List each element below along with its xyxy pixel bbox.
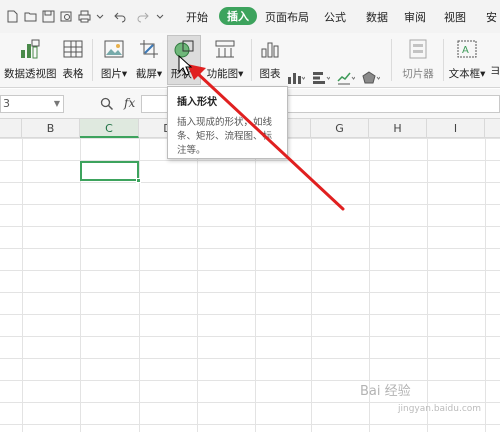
open-folder-icon[interactable] xyxy=(24,10,37,23)
shape-button[interactable]: 形状▾ xyxy=(167,35,201,85)
row-line xyxy=(0,292,500,293)
row-line xyxy=(0,204,500,205)
watermark-url: jingyan.baidu.com xyxy=(398,404,482,414)
ribbon-separator xyxy=(251,39,252,81)
table-icon xyxy=(60,38,86,63)
screenshot-button[interactable]: 截屏▾ xyxy=(133,38,165,81)
tab-review[interactable]: 审阅 xyxy=(404,9,426,25)
row-line xyxy=(0,336,500,337)
column-header-selected[interactable]: C xyxy=(80,119,139,138)
textbox-button[interactable]: A 文本框▾ xyxy=(448,38,486,81)
column-line xyxy=(311,138,312,432)
tab-formulas[interactable]: 公式 xyxy=(324,9,346,25)
more-dropdown-icon[interactable] xyxy=(96,10,109,23)
radar-chart-icon[interactable] xyxy=(362,71,381,88)
tab-page-layout[interactable]: 页面布局 xyxy=(265,9,309,25)
row-line xyxy=(0,380,500,381)
row-line xyxy=(0,182,500,183)
ribbon-separator xyxy=(92,39,93,81)
corner-header[interactable] xyxy=(0,119,22,138)
screenshot-icon xyxy=(133,38,165,63)
print-icon[interactable] xyxy=(78,10,91,23)
fill-handle[interactable] xyxy=(136,178,141,183)
pivot-chart-icon xyxy=(4,38,56,63)
column-header[interactable]: I xyxy=(427,119,485,138)
textbox-icon: A xyxy=(448,38,486,63)
function-icon[interactable]: fx xyxy=(124,96,135,110)
row-line xyxy=(0,160,500,161)
column-line xyxy=(197,138,198,432)
chevron-down-icon[interactable]: ▼ xyxy=(54,96,60,112)
row-line xyxy=(0,402,500,403)
tab-insert[interactable]: 插入 xyxy=(219,7,257,25)
row-line xyxy=(0,270,500,271)
menu-bar: 开始 插入 页面布局 公式 数据 审阅 视图 安 xyxy=(0,0,500,33)
column-line xyxy=(22,138,23,432)
tab-home[interactable]: 开始 xyxy=(186,9,208,25)
column-line xyxy=(427,138,428,432)
column-chart-icon[interactable] xyxy=(287,71,306,88)
feature-chart-button[interactable]: 功能图▾ xyxy=(206,38,244,81)
column-header[interactable]: H xyxy=(369,119,427,138)
more-ribbon-button[interactable]: ヨ xyxy=(490,38,500,78)
ribbon-separator xyxy=(391,39,392,81)
tooltip-title: 插入形状 xyxy=(177,97,217,108)
undo-icon[interactable] xyxy=(114,10,127,23)
name-box[interactable]: 3 ▼ xyxy=(0,95,64,113)
ribbon-separator xyxy=(443,39,444,81)
selected-cell[interactable] xyxy=(80,161,141,183)
table-button[interactable]: 表格 xyxy=(60,38,86,81)
column-header[interactable]: G xyxy=(311,119,369,138)
row-line xyxy=(0,358,500,359)
tab-security[interactable]: 安 xyxy=(486,9,497,25)
chart-icon xyxy=(256,38,284,63)
trend-chart-icon[interactable] xyxy=(337,71,356,88)
slicer-icon xyxy=(399,38,437,63)
pivot-chart-button[interactable]: 数据透视图 xyxy=(4,38,57,81)
picture-icon xyxy=(98,38,130,63)
redo-icon[interactable] xyxy=(136,10,149,23)
save-icon[interactable] xyxy=(42,10,55,23)
row-line xyxy=(0,248,500,249)
row-line xyxy=(0,314,500,315)
print-preview-icon[interactable] xyxy=(60,10,73,23)
row-line xyxy=(0,424,500,425)
tooltip-body: 插入现成的形状，如线条、矩形、流程图、标注等。 xyxy=(177,117,273,156)
picture-button[interactable]: 图片▾ xyxy=(98,38,130,81)
column-header[interactable]: B xyxy=(22,119,80,138)
column-line xyxy=(80,138,81,432)
chart-button[interactable]: 图表 xyxy=(256,38,284,81)
slicer-button[interactable]: 切片器 xyxy=(399,38,437,81)
spreadsheet-grid[interactable]: B C D G H I F xyxy=(0,119,500,432)
column-header[interactable] xyxy=(485,119,500,138)
shape-icon xyxy=(168,38,200,63)
ribbon: 数据透视图 表格 图片▾ 截屏▾ 形状▾ 功能图▾ 图表 切片器 A 文本框▾ … xyxy=(0,33,500,107)
bar-chart-icon[interactable] xyxy=(312,71,331,88)
new-doc-icon[interactable] xyxy=(6,10,19,23)
feature-chart-icon xyxy=(206,38,244,63)
svg-text:A: A xyxy=(462,45,469,56)
tab-view[interactable]: 视图 xyxy=(444,9,466,25)
column-line xyxy=(255,138,256,432)
column-line xyxy=(485,138,486,432)
chevron-down-icon[interactable] xyxy=(156,10,169,23)
row-line xyxy=(0,226,500,227)
watermark: Bai 经验 xyxy=(360,384,411,399)
insert-shape-tooltip: 插入形状 插入现成的形状，如线条、矩形、流程图、标注等。 xyxy=(167,86,288,159)
tab-data[interactable]: 数据 xyxy=(366,9,388,25)
zoom-search-icon[interactable] xyxy=(100,97,114,114)
